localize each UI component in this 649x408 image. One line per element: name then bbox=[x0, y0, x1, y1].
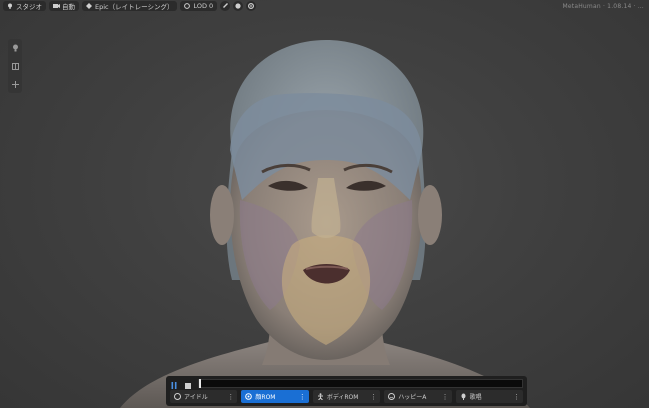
plus-icon[interactable] bbox=[11, 80, 19, 88]
lod-icon bbox=[184, 3, 191, 9]
anim-happy-label: ハッピーA bbox=[398, 394, 427, 401]
anim-idle-button[interactable]: アイドル ⋮ bbox=[170, 390, 238, 403]
lod-label: LOD 0 bbox=[193, 2, 214, 10]
anim-happy-button[interactable]: ハッピーA ⋮ bbox=[384, 390, 452, 403]
studio-lighting-button[interactable]: スタジオ bbox=[3, 1, 46, 11]
timeline-playhead[interactable] bbox=[199, 378, 201, 388]
lightbulb-icon bbox=[7, 3, 13, 9]
anim-body-rom-label: ボディROM bbox=[326, 394, 359, 401]
camera-icon bbox=[53, 3, 60, 9]
anim-sing-button[interactable]: 歌唱 ⋮ bbox=[455, 390, 524, 403]
diamond-icon bbox=[86, 3, 92, 9]
pause-button[interactable] bbox=[170, 379, 178, 389]
viewport-side-tools bbox=[8, 39, 22, 93]
quality-label: Epic（レイトレーシング） bbox=[95, 3, 174, 11]
idle-icon bbox=[174, 393, 181, 400]
animation-bar: アイドル ⋮ 顔ROM ⋮ ボディROM ⋮ ハッピーA ⋮ 歌唱 ⋮ bbox=[166, 376, 527, 406]
anim-face-rom-button[interactable]: 顔ROM ⋮ bbox=[241, 390, 309, 403]
quality-button[interactable]: Epic（レイトレーシング） bbox=[82, 1, 178, 11]
settings-button[interactable] bbox=[246, 1, 257, 11]
version-watermark: MetaHuman · 1.08.14 · … bbox=[562, 3, 644, 10]
camera-label: 自動 bbox=[62, 3, 75, 11]
brush-icon bbox=[222, 3, 229, 9]
camera-mode-button[interactable]: 自動 bbox=[49, 1, 79, 11]
more-icon[interactable]: ⋮ bbox=[513, 393, 520, 401]
lod-button[interactable]: LOD 0 bbox=[180, 1, 218, 11]
3d-viewport[interactable]: スタジオ 自動 Epic（レイトレーシング） LOD 0 MetaHuman ·… bbox=[0, 0, 649, 408]
grid-icon[interactable] bbox=[11, 62, 19, 70]
happy-icon bbox=[388, 393, 396, 400]
anim-body-rom-button[interactable]: ボディROM ⋮ bbox=[312, 390, 381, 403]
anim-sing-label: 歌唱 bbox=[469, 394, 482, 401]
more-icon[interactable]: ⋮ bbox=[370, 393, 377, 401]
face-rom-icon bbox=[245, 393, 253, 400]
palette-button[interactable] bbox=[233, 1, 244, 11]
gear-icon bbox=[248, 2, 255, 10]
timeline-track[interactable] bbox=[198, 378, 523, 388]
top-toolbar: スタジオ 自動 Epic（レイトレーシング） LOD 0 bbox=[3, 0, 257, 12]
more-icon[interactable]: ⋮ bbox=[299, 393, 306, 401]
timeline-row bbox=[170, 378, 523, 389]
brush-button[interactable] bbox=[220, 1, 231, 11]
anim-face-rom-label: 顔ROM bbox=[255, 394, 276, 401]
animation-presets: アイドル ⋮ 顔ROM ⋮ ボディROM ⋮ ハッピーA ⋮ 歌唱 ⋮ bbox=[170, 390, 524, 403]
studio-label: スタジオ bbox=[16, 3, 42, 11]
more-icon[interactable]: ⋮ bbox=[227, 393, 234, 401]
stop-button[interactable] bbox=[184, 379, 192, 389]
palette-icon bbox=[235, 3, 241, 9]
more-icon[interactable]: ⋮ bbox=[442, 393, 449, 401]
sing-icon bbox=[460, 393, 467, 400]
light-icon[interactable] bbox=[11, 44, 19, 52]
metahuman-head-render bbox=[120, 40, 530, 408]
anim-idle-label: アイドル bbox=[184, 394, 208, 401]
body-rom-icon bbox=[317, 393, 324, 400]
